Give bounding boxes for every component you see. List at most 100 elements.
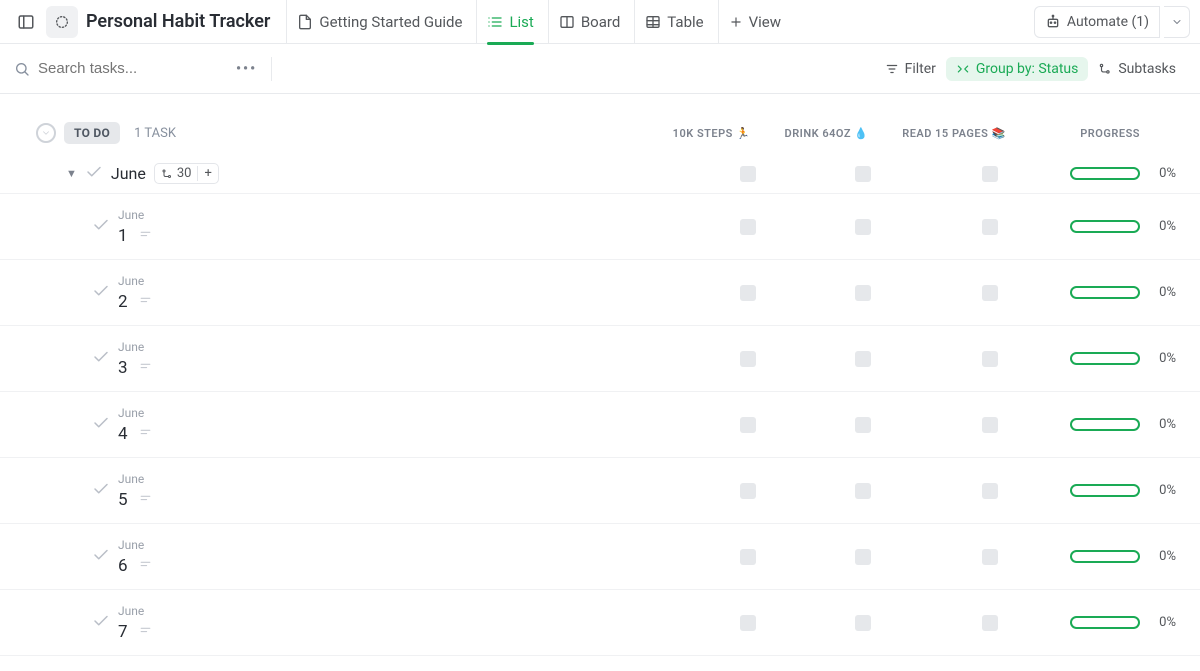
checkbox-drink[interactable]	[855, 417, 871, 433]
column-header-drink[interactable]: DRINK 64OZ 💧	[769, 127, 884, 140]
checkbox-steps[interactable]	[740, 285, 756, 301]
checkbox-drink[interactable]	[855, 166, 871, 182]
check-icon[interactable]	[85, 163, 103, 185]
collapse-circle-icon[interactable]	[36, 123, 56, 143]
filter-button[interactable]: Filter	[875, 57, 946, 81]
progress-text: 0%	[1148, 417, 1176, 432]
progress-text: 0%	[1148, 549, 1176, 564]
parent-name: June	[118, 472, 152, 486]
task-name: 2	[118, 292, 128, 312]
task-row[interactable]: June 4 0%	[0, 392, 1200, 458]
checkbox-read[interactable]	[982, 285, 998, 301]
check-icon[interactable]	[92, 546, 110, 568]
check-icon[interactable]	[92, 612, 110, 634]
check-icon[interactable]	[92, 282, 110, 304]
column-header-progress[interactable]: PROGRESS	[1024, 127, 1164, 140]
parent-name: June	[118, 208, 152, 222]
sidebar-toggle-icon[interactable]	[10, 6, 42, 38]
checkbox-read[interactable]	[982, 351, 998, 367]
column-header-steps[interactable]: 10K STEPS 🏃	[654, 127, 769, 140]
checkbox-drink[interactable]	[855, 351, 871, 367]
task-row[interactable]: June 1 0%	[0, 194, 1200, 260]
task-name: 7	[118, 622, 128, 642]
checkbox-steps[interactable]	[740, 166, 756, 182]
search-input[interactable]	[38, 60, 218, 77]
tab-board[interactable]: Board	[548, 0, 630, 44]
parent-name: June	[118, 538, 152, 552]
progress-text: 0%	[1148, 351, 1176, 366]
expand-chevron-icon[interactable]: ▼	[66, 167, 77, 180]
progress-text: 0%	[1148, 166, 1176, 181]
checkbox-read[interactable]	[982, 417, 998, 433]
tab-table[interactable]: Table	[634, 0, 713, 44]
check-icon[interactable]	[92, 480, 110, 502]
subtasks-button[interactable]: Subtasks	[1088, 57, 1186, 81]
check-icon[interactable]	[92, 216, 110, 238]
task-row[interactable]: June 3 0%	[0, 326, 1200, 392]
tab-getting-started[interactable]: Getting Started Guide	[286, 0, 472, 44]
tab-label: List	[509, 13, 533, 31]
progress-bar	[1070, 220, 1140, 233]
content: TO DO 1 TASK 10K STEPS 🏃 DRINK 64OZ 💧 RE…	[0, 94, 1200, 656]
checkbox-steps[interactable]	[740, 219, 756, 235]
parent-name: June	[118, 604, 152, 618]
checkbox-drink[interactable]	[855, 549, 871, 565]
task-name: June	[111, 164, 146, 183]
search-box[interactable]	[14, 60, 218, 77]
group-header: TO DO 1 TASK 10K STEPS 🏃 DRINK 64OZ 💧 RE…	[0, 122, 1200, 154]
automate-dropdown-button[interactable]	[1164, 6, 1190, 38]
subtask-count-tag[interactable]: 30 +	[154, 163, 219, 184]
more-options-button[interactable]: •••	[236, 61, 257, 77]
task-name: 5	[118, 490, 128, 510]
checkbox-steps[interactable]	[740, 549, 756, 565]
task-count: 1 TASK	[134, 126, 176, 141]
task-row[interactable]: June 5 0%	[0, 458, 1200, 524]
checkbox-steps[interactable]	[740, 615, 756, 631]
checkbox-drink[interactable]	[855, 285, 871, 301]
checkbox-read[interactable]	[982, 549, 998, 565]
divider	[271, 57, 272, 81]
task-row[interactable]: June 2 0%	[0, 260, 1200, 326]
checkbox-read[interactable]	[982, 615, 998, 631]
task-row[interactable]: June 6 0%	[0, 524, 1200, 590]
column-header-read[interactable]: READ 15 PAGES 📚	[884, 127, 1024, 140]
check-icon[interactable]	[92, 414, 110, 436]
task-row[interactable]: June 7 0%	[0, 590, 1200, 656]
add-view-button[interactable]: View	[718, 0, 791, 44]
subtask-count: 30	[177, 166, 192, 181]
checkbox-read[interactable]	[982, 166, 998, 182]
progress-bar	[1070, 484, 1140, 497]
checkbox-drink[interactable]	[855, 483, 871, 499]
parent-name: June	[118, 340, 152, 354]
check-icon[interactable]	[92, 348, 110, 370]
progress-text: 0%	[1148, 483, 1176, 498]
task-name: 6	[118, 556, 128, 576]
tab-label: Board	[581, 13, 620, 31]
task-row-parent[interactable]: ▼ June 30 + 0%	[0, 154, 1200, 194]
tab-list[interactable]: List	[476, 0, 543, 44]
tab-label: View	[749, 13, 781, 31]
parent-name: June	[118, 406, 152, 420]
automate-button[interactable]: Automate (1)	[1034, 6, 1160, 38]
checkbox-read[interactable]	[982, 219, 998, 235]
status-pill[interactable]: TO DO	[64, 122, 120, 144]
description-icon	[139, 626, 152, 641]
description-icon	[139, 296, 152, 311]
subtasks-label: Subtasks	[1118, 61, 1176, 77]
checkbox-drink[interactable]	[855, 615, 871, 631]
checkbox-drink[interactable]	[855, 219, 871, 235]
automate-label: Automate (1)	[1067, 14, 1149, 30]
checkbox-steps[interactable]	[740, 483, 756, 499]
progress-text: 0%	[1148, 219, 1176, 234]
filter-label: Filter	[905, 61, 936, 77]
description-icon	[139, 230, 152, 245]
checkbox-steps[interactable]	[740, 351, 756, 367]
checkbox-read[interactable]	[982, 483, 998, 499]
progress-bar	[1070, 167, 1140, 180]
checkbox-steps[interactable]	[740, 417, 756, 433]
groupby-button[interactable]: Group by: Status	[946, 57, 1088, 81]
progress-bar	[1070, 550, 1140, 563]
search-icon	[14, 61, 30, 77]
description-icon	[139, 560, 152, 575]
add-subtask-button[interactable]: +	[197, 166, 211, 181]
